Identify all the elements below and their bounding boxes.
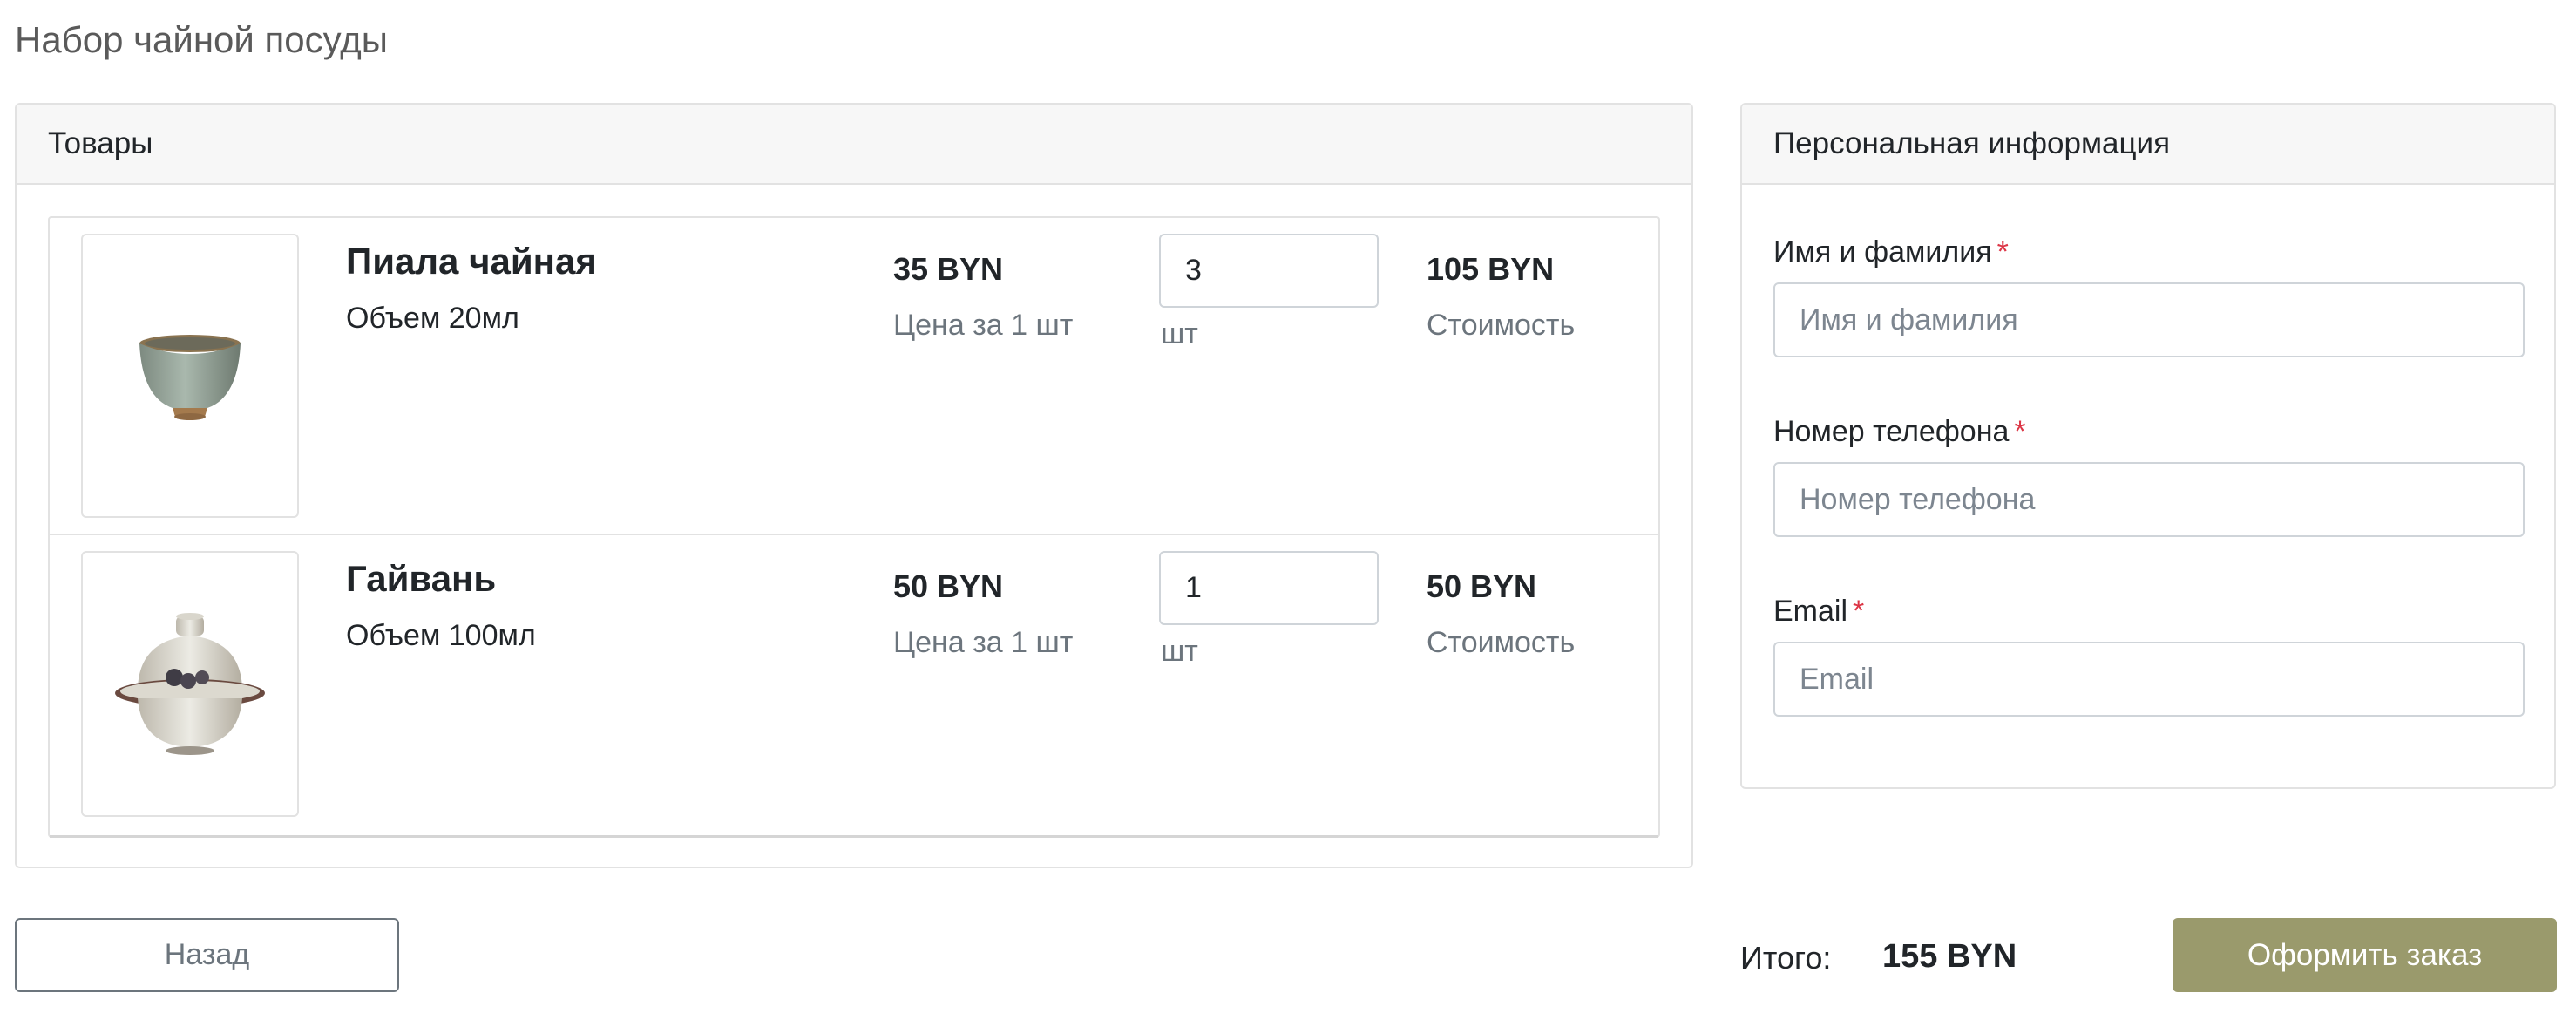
product-cost: 105 BYN — [1427, 251, 1555, 287]
place-order-button[interactable]: Оформить заказ — [2173, 918, 2557, 992]
product-volume: Объем 20мл — [346, 302, 519, 335]
cost-label: Стоимость — [1427, 626, 1576, 659]
total-label: Итого: — [1740, 940, 1832, 976]
personal-info-header: Персональная информация — [1742, 105, 2554, 185]
product-volume: Объем 100мл — [346, 619, 536, 652]
quantity-input[interactable] — [1159, 234, 1379, 308]
name-input[interactable] — [1773, 282, 2525, 357]
product-image — [81, 234, 299, 518]
cart-item: Пиала чайная Объем 20мл 35 BYN Цена за 1… — [50, 218, 1658, 535]
product-name: Пиала чайная — [346, 241, 597, 282]
email-input[interactable] — [1773, 642, 2525, 717]
quantity-unit: шт — [1161, 317, 1198, 350]
phone-label: Номер телефона * — [1773, 415, 2525, 460]
products-card-header: Товары — [17, 105, 1691, 185]
product-price: 35 BYN — [893, 251, 1004, 287]
email-label: Email * — [1773, 595, 2525, 640]
required-mark: * — [1853, 595, 1865, 628]
personal-info-card: Персональная информация Имя и фамилия* Н… — [1740, 103, 2556, 789]
cost-label: Стоимость — [1427, 309, 1576, 342]
quantity-input[interactable] — [1159, 551, 1379, 625]
name-form-group: Имя и фамилия * — [1773, 235, 2525, 357]
gaiwan-icon — [115, 612, 265, 755]
product-cost: 50 BYN — [1427, 568, 1537, 604]
phone-input[interactable] — [1773, 462, 2525, 537]
cart-item: Гайвань Объем 100мл 50 BYN Цена за 1 шт … — [50, 535, 1658, 838]
name-label: Имя и фамилия * — [1773, 235, 2525, 281]
price-label: Цена за 1 шт — [893, 309, 1074, 342]
total-value: 155 BYN — [1882, 938, 2017, 975]
products-card: Товары Пиала чайная Объем 20мл 35 BYN Це… — [15, 103, 1693, 868]
required-mark: * — [1996, 235, 2009, 269]
back-button[interactable]: Назад — [15, 918, 399, 992]
product-image — [81, 551, 299, 817]
name-label-text: Имя и фамилия — [1773, 235, 1992, 269]
page-title: Набор чайной посуды — [15, 19, 388, 60]
product-name: Гайвань — [346, 558, 497, 599]
email-form-group: Email * — [1773, 595, 2525, 717]
phone-form-group: Номер телефона * — [1773, 415, 2525, 537]
price-label: Цена за 1 шт — [893, 626, 1074, 659]
phone-label-text: Номер телефона — [1773, 415, 2010, 448]
product-price: 50 BYN — [893, 568, 1004, 604]
cart-items-list: Пиала чайная Объем 20мл 35 BYN Цена за 1… — [48, 216, 1660, 838]
email-label-text: Email — [1773, 595, 1848, 628]
quantity-unit: шт — [1161, 635, 1198, 668]
required-mark: * — [2014, 415, 2026, 448]
tea-bowl-icon — [139, 335, 241, 420]
